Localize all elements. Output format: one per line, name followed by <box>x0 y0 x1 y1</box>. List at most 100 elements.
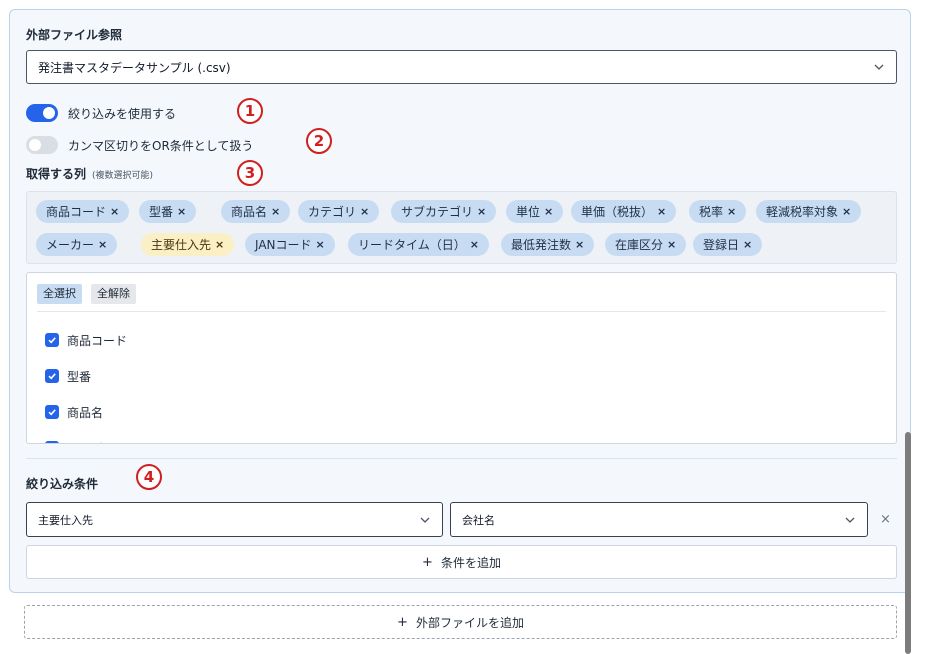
column-chip-label: リードタイム（日） <box>358 238 466 252</box>
remove-chip-icon[interactable]: × <box>271 205 280 218</box>
remove-chip-icon[interactable]: × <box>842 205 851 218</box>
check-icon <box>47 443 57 444</box>
column-chip: メーカー × <box>36 233 118 256</box>
column-chip-label: 商品名 <box>231 205 268 219</box>
select-all-button[interactable]: 全選択 <box>37 284 82 304</box>
plus-icon: + <box>422 554 433 570</box>
remove-chip-icon[interactable]: × <box>477 205 486 218</box>
column-chip: 商品名 × <box>221 200 291 223</box>
remove-chip-icon[interactable]: × <box>657 205 666 218</box>
clear-all-button[interactable]: 全解除 <box>91 284 136 304</box>
columns-label: 取得する列 <box>26 167 87 181</box>
column-chip: 単位 × <box>506 200 564 223</box>
external-file-panel: 外部ファイル参照 発注書マスタデータサンプル (.csv) 絞り込みを使用する … <box>9 9 911 593</box>
column-chip-label: 税率 <box>699 205 724 219</box>
column-check-item[interactable]: カテゴリ <box>45 440 115 444</box>
remove-condition-button[interactable]: × <box>880 512 891 527</box>
column-chip-label: メーカー <box>46 238 95 252</box>
remove-chip-icon[interactable]: × <box>98 238 107 251</box>
remove-chip-icon[interactable]: × <box>727 205 736 218</box>
column-chip-label: 軽減税率対象 <box>766 205 839 219</box>
comma-or-label: カンマ区切りをOR条件として扱う <box>68 139 254 153</box>
column-chip: 最低発注数 × <box>501 233 595 256</box>
remove-chip-icon[interactable]: × <box>667 238 676 251</box>
check-icon <box>48 337 56 344</box>
column-chip-label: 商品コード <box>46 205 107 219</box>
divider <box>37 311 886 312</box>
column-chip-label: 登録日 <box>703 238 740 252</box>
columns-hint: (複数選択可能) <box>92 171 154 181</box>
remove-chip-icon[interactable]: × <box>110 205 119 218</box>
column-chip: 単価（税抜） × <box>571 200 677 223</box>
column-chip-label: 単位 <box>516 205 541 219</box>
plus-icon: + <box>397 614 408 630</box>
add-condition-label: 条件を追加 <box>440 555 501 570</box>
file-select-value: 発注書マスタデータサンプル (.csv) <box>38 60 231 75</box>
use-filter-label: 絞り込みを使用する <box>68 107 177 121</box>
checkbox[interactable] <box>45 441 59 444</box>
column-chip: 型番 × <box>139 200 197 223</box>
column-check-label: 商品名 <box>67 405 104 420</box>
file-select[interactable]: 発注書マスタデータサンプル (.csv) <box>26 50 897 84</box>
comma-or-toggle[interactable] <box>26 136 58 154</box>
column-chip: カテゴリ × <box>298 200 380 223</box>
column-check-item[interactable]: 商品名 <box>45 404 103 420</box>
checkbox[interactable] <box>45 333 59 347</box>
chevron-down-icon <box>845 517 855 523</box>
checkbox[interactable] <box>45 369 59 383</box>
column-chip-label: 主要仕入先 <box>151 238 212 252</box>
remove-chip-icon[interactable]: × <box>360 205 369 218</box>
column-chip-label: JANコード <box>255 238 312 252</box>
annotation-3-icon: 3 <box>237 160 263 186</box>
condition-value-value: 会社名 <box>462 513 495 527</box>
add-condition-button[interactable]: + 条件を追加 <box>26 545 897 579</box>
checkbox[interactable] <box>45 405 59 419</box>
column-chip: JANコード × <box>245 233 335 256</box>
column-chip: 登録日 × <box>693 233 763 256</box>
check-icon <box>48 373 56 380</box>
column-chip: サブカテゴリ × <box>391 200 497 223</box>
column-chip: 商品コード × <box>36 200 130 223</box>
file-ref-label: 外部ファイル参照 <box>26 28 123 42</box>
remove-chip-icon[interactable]: × <box>316 238 325 251</box>
column-check-label: 型番 <box>67 369 92 384</box>
column-chip-label: 最低発注数 <box>511 238 572 252</box>
remove-chip-icon[interactable]: × <box>743 238 752 251</box>
check-icon <box>48 409 56 416</box>
condition-field-select[interactable]: 主要仕入先 <box>26 502 443 537</box>
column-check-item[interactable]: 商品コード <box>45 332 127 348</box>
column-chip: リードタイム（日） × <box>348 233 489 256</box>
column-chip: 在庫区分 × <box>605 233 687 256</box>
columns-heading: 取得する列 (複数選択可能) <box>26 165 153 182</box>
add-file-button[interactable]: + 外部ファイルを追加 <box>24 605 897 639</box>
remove-chip-icon[interactable]: × <box>575 238 584 251</box>
annotation-4-icon: 4 <box>136 464 162 490</box>
column-check-label: 商品コード <box>67 333 128 348</box>
column-chip: 税率 × <box>689 200 747 223</box>
column-chip-label: サブカテゴリ <box>401 205 474 219</box>
condition-value-select[interactable]: 会社名 <box>450 502 868 537</box>
section-divider <box>26 458 897 459</box>
selected-columns-box: 商品コード × 型番 × 商品名 × カテゴリ × サブカテゴリ × 単位 × 単価（税抜） × 税率 × 軽減… <box>26 191 897 264</box>
column-check-item[interactable]: 型番 <box>45 368 91 384</box>
remove-chip-icon[interactable]: × <box>470 238 479 251</box>
column-checklist: 全選択 全解除 商品コード型番商品名カテゴリ <box>26 272 897 444</box>
chevron-down-icon <box>420 517 430 523</box>
column-chip-label: カテゴリ <box>308 205 357 219</box>
column-chip-label: 単価（税抜） <box>581 205 654 219</box>
annotation-2-icon: 2 <box>306 128 332 154</box>
remove-chip-icon[interactable]: × <box>177 205 186 218</box>
remove-chip-icon[interactable]: × <box>215 238 224 251</box>
column-chip-label: 型番 <box>149 205 174 219</box>
column-chip: 主要仕入先 × <box>141 233 235 256</box>
use-filter-toggle[interactable] <box>26 104 58 122</box>
add-file-label: 外部ファイルを追加 <box>415 615 524 630</box>
annotation-1-icon: 1 <box>237 98 263 124</box>
filter-label: 絞り込み条件 <box>26 477 99 491</box>
remove-chip-icon[interactable]: × <box>544 205 553 218</box>
scrollbar[interactable] <box>905 432 911 654</box>
condition-field-value: 主要仕入先 <box>38 513 93 527</box>
column-chip: 軽減税率対象 × <box>756 200 862 223</box>
column-check-label: カテゴリ <box>67 440 115 444</box>
chevron-down-icon <box>874 64 884 70</box>
